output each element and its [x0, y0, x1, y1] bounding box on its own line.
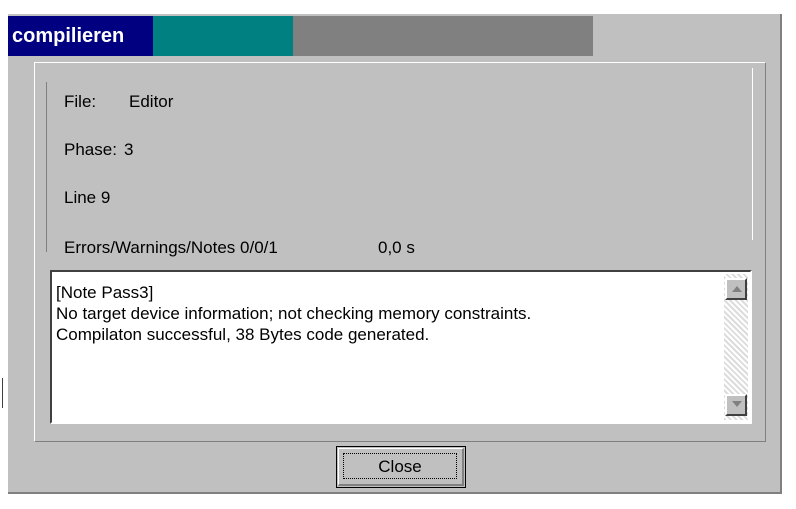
background-window-edge — [0, 0, 8, 509]
scroll-up-button[interactable] — [725, 278, 747, 300]
message-output[interactable]: [Note Pass3] No target device informatio… — [50, 270, 752, 424]
file-value: Editor — [129, 92, 174, 111]
message-line: Compilaton successful, 38 Bytes code gen… — [56, 325, 430, 344]
compile-progress-track — [293, 16, 593, 56]
compile-progress-fill — [153, 16, 293, 56]
groupbox-line-left — [46, 82, 47, 252]
compile-dialog: compilieren File: Editor Phase: 3 Line 9 E… — [8, 14, 782, 494]
close-button[interactable]: Close — [336, 446, 466, 488]
message-line: No target device information; not checki… — [56, 304, 532, 323]
error-warning-note-counts: Errors/Warnings/Notes 0/0/1 — [64, 238, 278, 257]
elapsed-time: 0,0 s — [378, 238, 415, 257]
close-button-label: Close — [343, 453, 457, 479]
background-window-mark — [2, 378, 7, 408]
background-window-strip — [0, 0, 796, 14]
phase-label: Phase: — [64, 140, 117, 159]
message-scrollbar[interactable] — [724, 274, 748, 420]
file-label: File: — [64, 92, 97, 111]
phase-info: Phase: 3 — [64, 140, 133, 160]
scroll-down-arrow-icon — [732, 401, 742, 407]
file-info: File: Editor — [64, 92, 173, 112]
dialog-title: compilieren — [8, 16, 153, 56]
line-info: Line 9 — [64, 188, 110, 208]
title-bar: compilieren — [8, 16, 593, 56]
message-text: [Note Pass3] No target device informatio… — [56, 282, 531, 345]
scroll-up-arrow-icon — [732, 286, 742, 292]
message-line: [Note Pass3] — [56, 283, 154, 302]
groupbox-line-right — [752, 68, 753, 240]
scroll-down-button[interactable] — [725, 394, 747, 416]
counts-info: Errors/Warnings/Notes 0/0/1 0,0 s — [64, 238, 415, 258]
phase-value: 3 — [124, 140, 134, 159]
line-value: Line 9 — [64, 188, 111, 207]
